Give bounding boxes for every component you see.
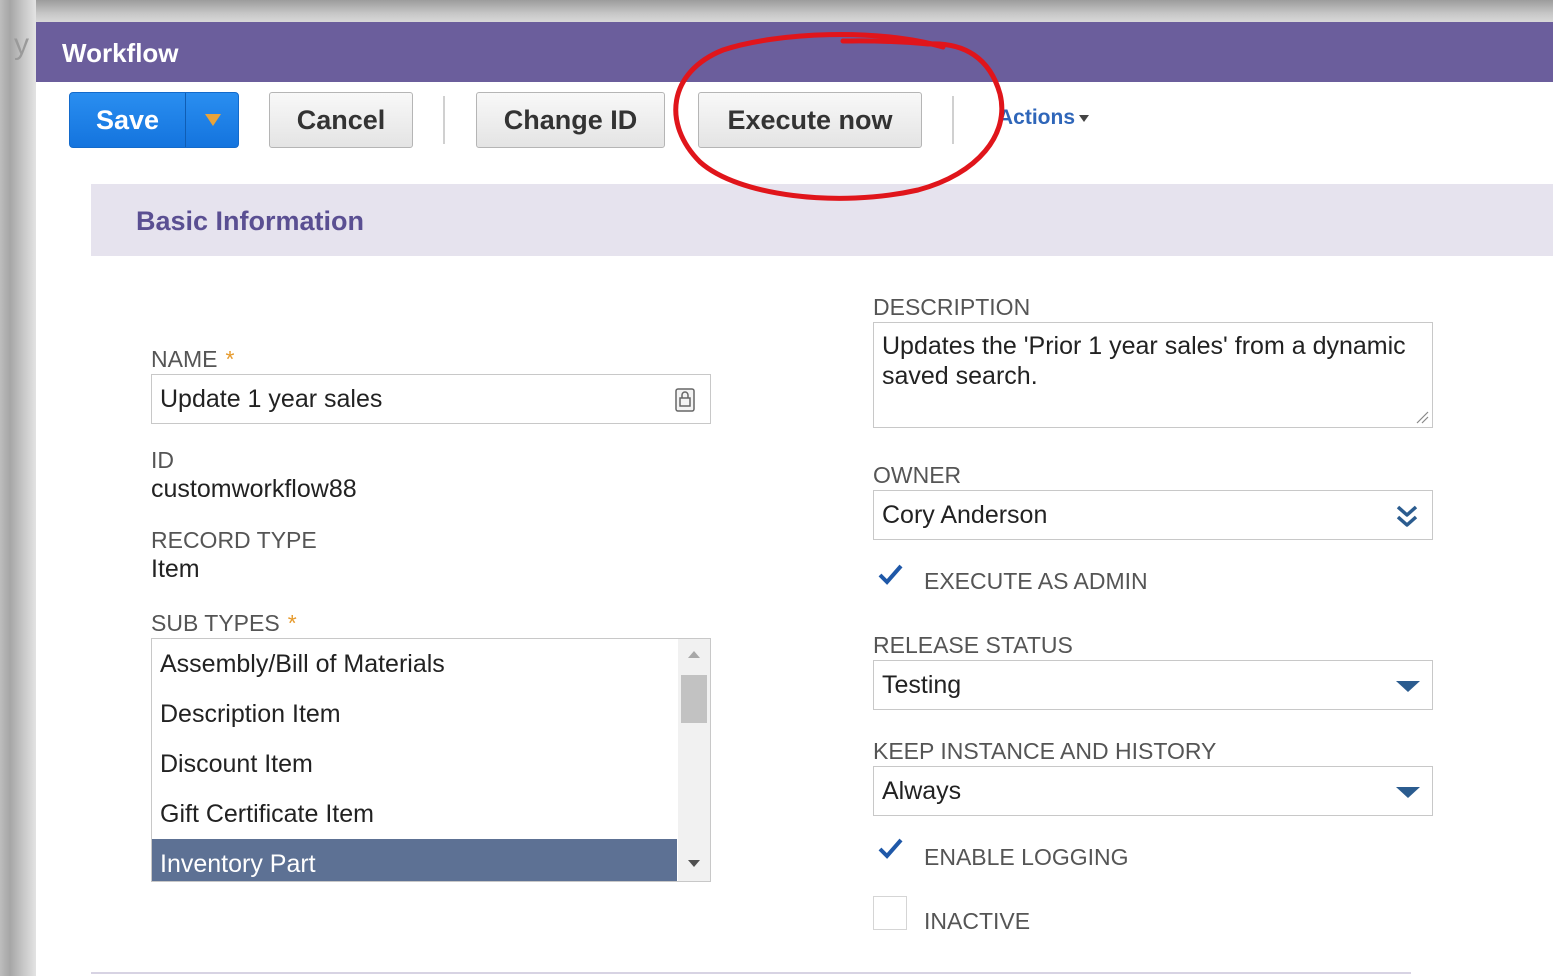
change-id-button[interactable]: Change ID: [476, 92, 665, 148]
section-header[interactable]: Basic Information: [91, 184, 1553, 256]
owner-label: OWNER: [873, 462, 962, 488]
execute-now-button[interactable]: Execute now: [698, 92, 922, 148]
listbox-scrollbar[interactable]: [678, 639, 710, 881]
save-options-dropdown[interactable]: [187, 93, 238, 147]
workflow-dialog: Workflow Save Cancel Change ID Execute n…: [36, 22, 1553, 976]
name-field[interactable]: Update 1 year sales: [151, 374, 711, 424]
keep-instance-label: KEEP INSTANCE AND HISTORY: [873, 738, 1217, 764]
name-value: Update 1 year sales: [160, 385, 383, 413]
execute-as-admin-label: EXECUTE AS ADMIN: [924, 568, 1148, 594]
record-type-label: RECORD TYPE: [151, 527, 317, 553]
double-chevron-down-icon[interactable]: [1394, 501, 1420, 531]
owner-select[interactable]: Cory Anderson: [873, 490, 1433, 540]
save-button[interactable]: Save: [70, 93, 186, 147]
background-top: [0, 0, 1553, 22]
checkmark-icon: [878, 838, 903, 859]
sub-types-label: SUB TYPES *: [151, 610, 297, 637]
release-status-value: Testing: [882, 671, 962, 699]
description-value: Updates the 'Prior 1 year sales' from a …: [882, 332, 1406, 390]
chevron-down-icon[interactable]: [1396, 681, 1420, 692]
toolbar-separator: [443, 96, 445, 144]
actions-label: Actions: [998, 106, 1076, 129]
caret-down-icon: [1079, 114, 1090, 122]
background-letter: y: [14, 28, 29, 61]
list-item-selected[interactable]: Inventory Part: [152, 839, 677, 881]
release-status-label: RELEASE STATUS: [873, 632, 1073, 658]
chevron-down-icon[interactable]: [1396, 787, 1420, 798]
dialog-titlebar: Workflow: [36, 22, 1553, 82]
checkmark-icon: [878, 564, 903, 585]
sub-types-label-text: SUB TYPES: [151, 610, 280, 636]
id-value: customworkflow88: [151, 475, 357, 503]
actions-menu[interactable]: Actions: [998, 106, 1090, 130]
caret-down-icon: [205, 114, 221, 126]
required-marker: *: [225, 346, 235, 372]
name-label: NAME *: [151, 346, 234, 373]
inactive-label: INACTIVE: [924, 908, 1031, 934]
lock-icon[interactable]: [674, 387, 696, 413]
required-marker: *: [287, 610, 297, 636]
name-label-text: NAME: [151, 346, 218, 372]
enable-logging-label: ENABLE LOGGING: [924, 844, 1129, 870]
id-label: ID: [151, 447, 174, 473]
keep-instance-select[interactable]: Always: [873, 766, 1433, 816]
record-type-value: Item: [151, 555, 200, 583]
resize-handle-icon[interactable]: [1415, 410, 1429, 424]
execute-as-admin-checkbox[interactable]: [873, 560, 907, 594]
save-button-group: Save: [69, 92, 239, 148]
owner-value: Cory Anderson: [882, 501, 1048, 529]
section-divider: [91, 972, 1411, 974]
release-status-select[interactable]: Testing: [873, 660, 1433, 710]
keep-instance-value: Always: [882, 777, 962, 805]
list-item[interactable]: Discount Item: [152, 739, 677, 789]
list-item[interactable]: Description Item: [152, 689, 677, 739]
inactive-checkbox[interactable]: [873, 896, 907, 930]
section-title: Basic Information: [136, 206, 365, 236]
scroll-up-arrow-icon[interactable]: [688, 651, 700, 658]
cancel-button[interactable]: Cancel: [269, 92, 413, 148]
list-item[interactable]: Gift Certificate Item: [152, 789, 677, 839]
list-item[interactable]: Assembly/Bill of Materials: [152, 639, 677, 689]
description-label: DESCRIPTION: [873, 294, 1031, 320]
description-textarea[interactable]: Updates the 'Prior 1 year sales' from a …: [873, 322, 1433, 428]
toolbar-separator: [952, 96, 954, 144]
scroll-thumb[interactable]: [681, 675, 707, 723]
enable-logging-checkbox[interactable]: [873, 834, 907, 868]
sub-types-listbox[interactable]: Assembly/Bill of Materials Description I…: [151, 638, 711, 882]
dialog-title: Workflow: [62, 38, 179, 68]
background-left: y: [0, 0, 36, 976]
scroll-down-arrow-icon[interactable]: [688, 860, 700, 867]
